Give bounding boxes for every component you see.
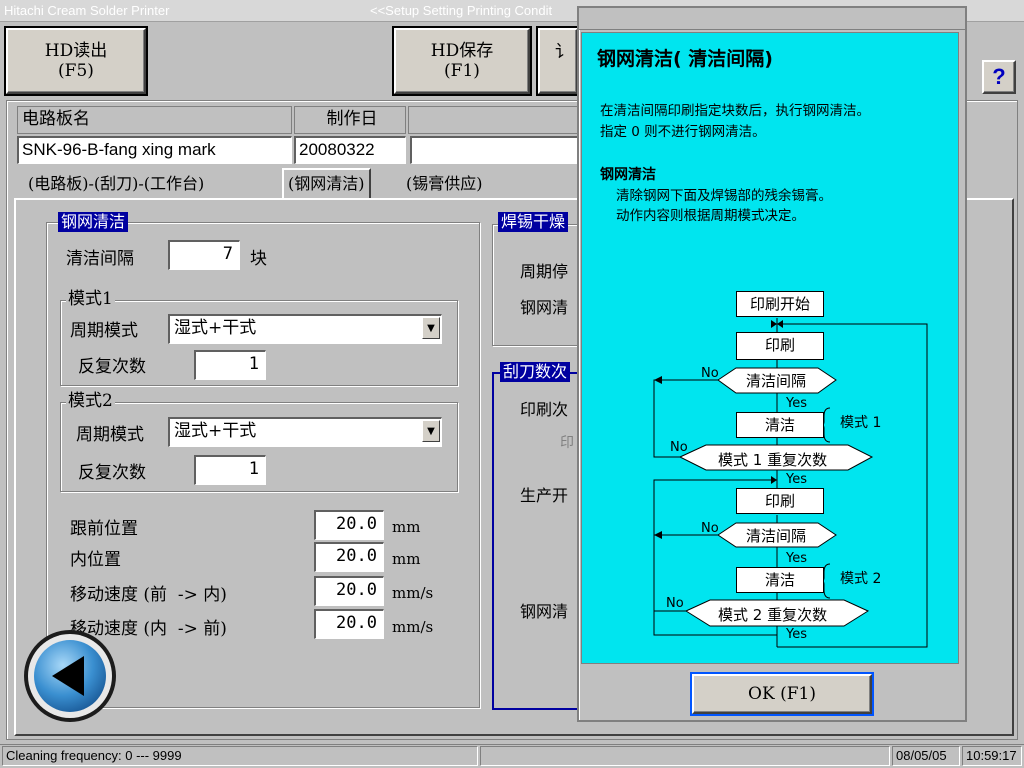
flow-no-1: No (701, 366, 719, 381)
chevron-down-icon[interactable]: ▼ (422, 317, 440, 339)
flow-start: 印刷开始 (736, 291, 824, 317)
flow-mode1-repeat: 模式 1 重复次数 (718, 451, 828, 469)
interval-label: 清洁间隔 (66, 249, 134, 269)
flow-print-2: 印刷 (736, 488, 824, 514)
solder-dry-row1: 周期停 (520, 262, 569, 281)
mode2-repeat-label: 反复次数 (78, 463, 146, 483)
flow-no-3: No (701, 521, 719, 536)
dialog-title: 钢网清洁( 清洁间隔) (597, 48, 773, 70)
hd-read-label: HD读出 (44, 41, 108, 61)
flow-yes-3: Yes (786, 551, 807, 566)
third-button-label: 讠 (555, 42, 572, 62)
help-button[interactable]: ? (982, 60, 1016, 94)
flow-no-2: No (670, 440, 688, 455)
speed-inner-front-input[interactable]: 20.0 (314, 609, 384, 639)
flow-yes-4: Yes (786, 627, 807, 642)
app-title: Hitachi Cream Solder Printer (4, 3, 170, 18)
third-toolbar-button[interactable]: 讠 (536, 26, 580, 96)
flow-mode2-repeat: 模式 2 重复次数 (718, 606, 828, 624)
mode1-cycle-value: 湿式+干式 (174, 318, 257, 338)
interval-input[interactable]: 7 (168, 240, 240, 270)
mode2-cycle-label: 周期模式 (76, 425, 144, 445)
flow-interval-1: 清洁间隔 (746, 372, 807, 390)
solder-dry-group (492, 224, 582, 346)
stencil-clean-title: 钢网清洁 (58, 212, 129, 232)
dialog-section-line2: 动作内容则根据周期模式决定。 (616, 208, 805, 224)
solder-dry-row2: 钢网清 (520, 298, 569, 317)
ok-button[interactable]: OK (F1) (692, 674, 872, 714)
squeegee-title: 刮刀数次 (500, 362, 571, 382)
front-position-input[interactable]: 20.0 (314, 510, 384, 540)
status-message: Cleaning frequency: 0 --- 9999 (2, 746, 478, 766)
mode1-repeat-input[interactable]: 1 (194, 350, 266, 380)
solder-dry-title: 焊锡干燥 (498, 212, 569, 232)
dialog-titlebar (579, 8, 965, 30)
front-position-label: 跟前位置 (70, 519, 138, 539)
squeegee-group (492, 372, 582, 710)
mode1-title: 模式1 (66, 289, 115, 309)
tab-stencil-cleaning[interactable]: (钢网清洁) (282, 168, 371, 198)
dialog-section-title: 钢网清洁 (600, 167, 656, 183)
flow-clean-2: 清洁 (736, 567, 824, 593)
speed-inner-front-unit: mm/s (392, 618, 434, 636)
speed-front-inner-input[interactable]: 20.0 (314, 576, 384, 606)
mode2-cycle-select[interactable]: 湿式+干式 ▼ (168, 417, 442, 447)
flow-yes-2: Yes (786, 472, 807, 487)
help-icon: ? (992, 64, 1006, 89)
speed-front-inner-label: 移动速度 (前 -> 内) (70, 585, 227, 605)
date-label: 制作日 (294, 106, 406, 134)
board-header-extra (408, 106, 580, 134)
chevron-down-icon[interactable]: ▼ (422, 420, 440, 442)
mode2-title: 模式2 (66, 391, 115, 411)
flow-interval-2: 清洁间隔 (746, 527, 807, 545)
ok-button-frame[interactable]: OK (F1) (690, 672, 874, 716)
squeegee-row3: 钢网清 (520, 602, 569, 621)
interval-unit: 块 (250, 249, 267, 269)
hd-save-label: HD保存 (430, 41, 494, 61)
mode2-cycle-value: 湿式+干式 (174, 421, 257, 441)
squeegee-row2: 生产开 (520, 486, 569, 505)
status-spacer (480, 746, 890, 766)
dialog-desc-1: 在清洁间隔印刷指定块数后，执行钢网清洁。 (600, 103, 870, 119)
third-toolbar-button-face[interactable]: 讠 (538, 28, 578, 94)
back-button[interactable] (22, 628, 118, 724)
flow-clean-1: 清洁 (736, 412, 824, 438)
squeegee-row1: 印刷次 (520, 400, 569, 419)
tab-solder-supply[interactable]: (锡膏供应) (402, 170, 487, 198)
front-position-unit: mm (392, 518, 421, 536)
flow-mode1-label: 模式 1 (840, 415, 882, 431)
hd-save-key: (F1) (444, 61, 480, 81)
flow-yes-1: Yes (786, 396, 807, 411)
dialog-section-line1: 清除钢网下面及焊锡部的残余锡膏。 (616, 188, 832, 204)
hd-read-button-frame[interactable]: HD读出 (F5) (4, 26, 148, 96)
mode2-repeat-input[interactable]: 1 (194, 455, 266, 485)
flow-no-4: No (666, 596, 684, 611)
window-title: <<Setup Setting Printing Condit (370, 3, 553, 18)
board-name-field[interactable]: SNK-96-B-fang xing mark (17, 136, 292, 164)
inner-position-input[interactable]: 20.0 (314, 542, 384, 572)
inner-position-label: 内位置 (70, 550, 121, 570)
mode1-repeat-label: 反复次数 (78, 357, 146, 377)
squeegee-row1b: 印 (560, 435, 574, 451)
hd-save-button[interactable]: HD保存 (F1) (394, 28, 530, 94)
hd-save-button-frame[interactable]: HD保存 (F1) (392, 26, 532, 96)
hd-read-button[interactable]: HD读出 (F5) (6, 28, 146, 94)
dialog-desc-2: 指定 0 则不进行钢网清洁。 (600, 124, 766, 140)
date-field[interactable]: 20080322 (294, 136, 406, 164)
flow-mode2-label: 模式 2 (840, 571, 882, 587)
hd-read-key: (F5) (58, 61, 94, 81)
mode1-cycle-label: 周期模式 (70, 321, 138, 341)
board-extra-field[interactable] (410, 136, 580, 164)
inner-position-unit: mm (392, 550, 421, 568)
flow-print-1: 印刷 (736, 332, 824, 360)
mode1-cycle-select[interactable]: 湿式+干式 ▼ (168, 314, 442, 344)
ok-button-label: OK (F1) (748, 684, 816, 704)
tab-board-squeegee-table[interactable]: (电路板)-(刮刀)-(工作台) (24, 170, 208, 198)
speed-front-inner-unit: mm/s (392, 584, 434, 602)
status-time: 10:59:17 (962, 746, 1022, 766)
status-date: 08/05/05 (892, 746, 960, 766)
board-name-label: 电路板名 (17, 106, 292, 134)
